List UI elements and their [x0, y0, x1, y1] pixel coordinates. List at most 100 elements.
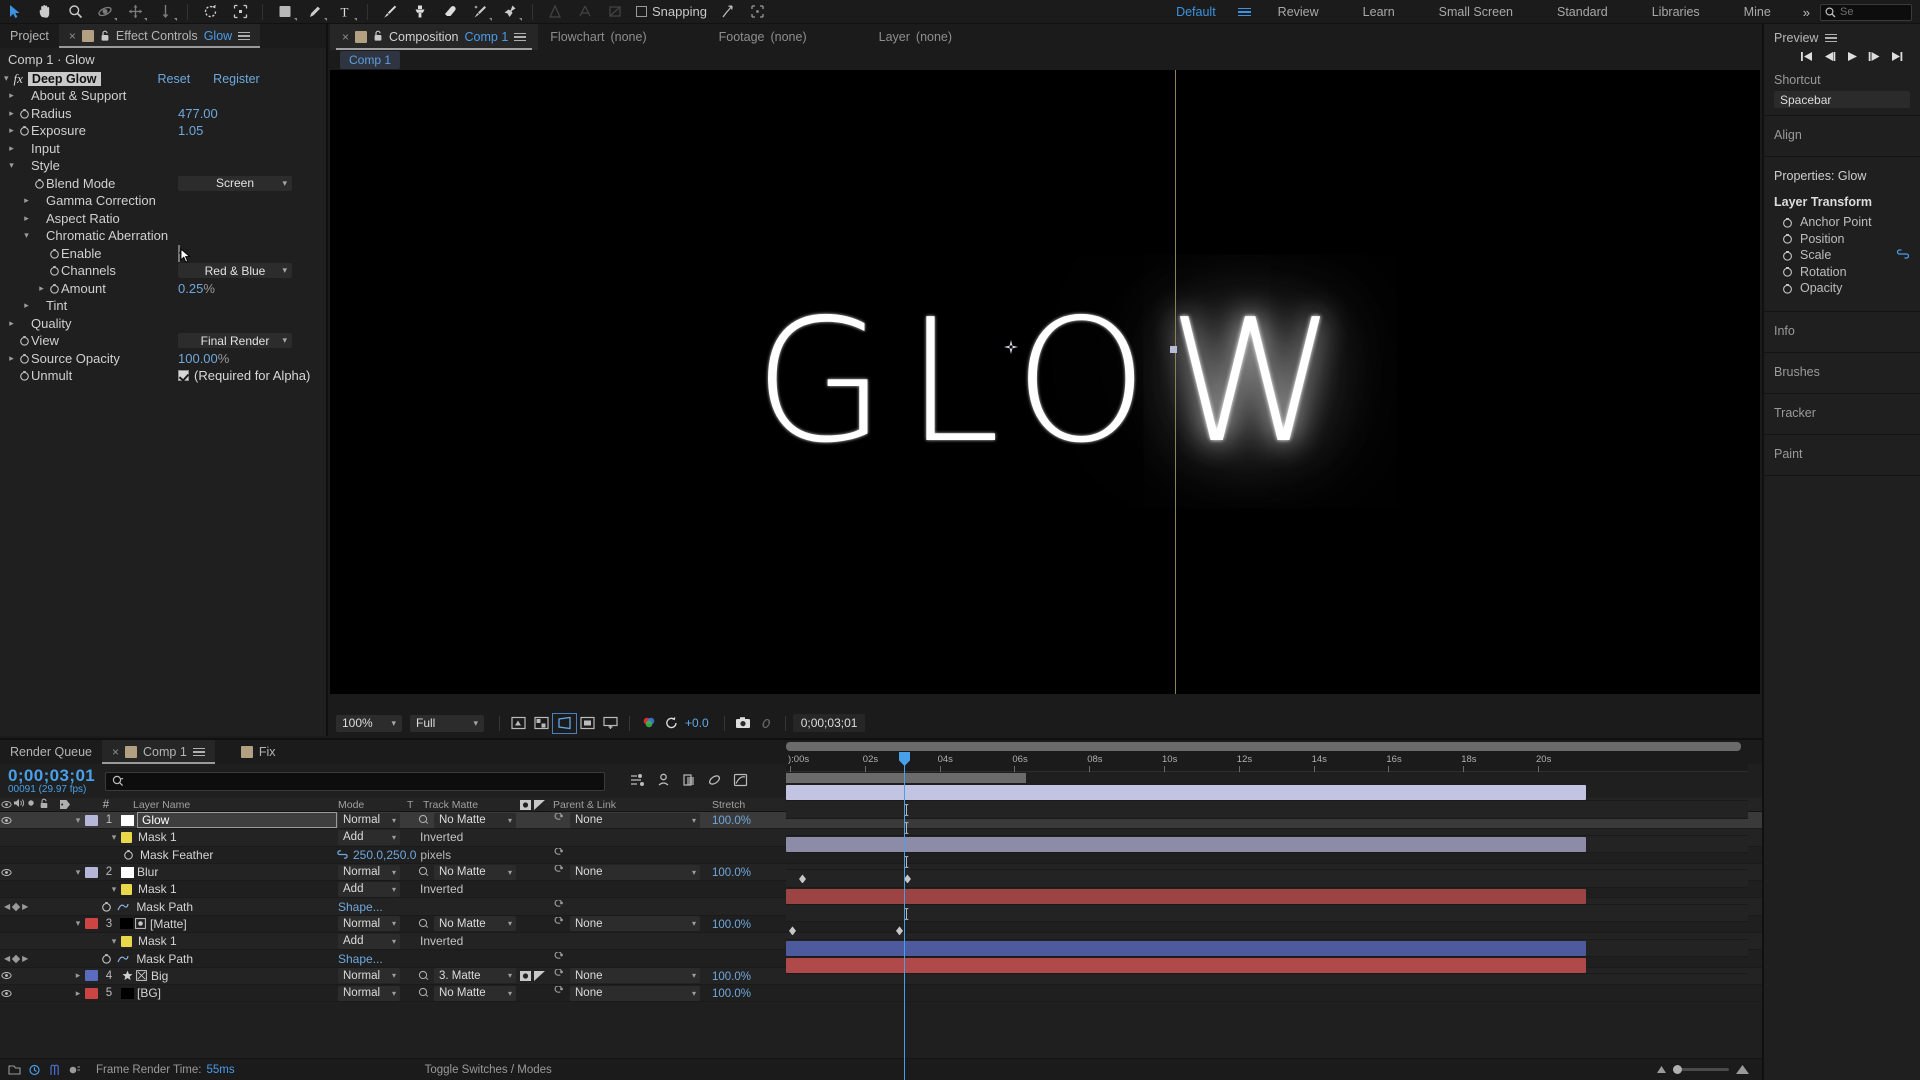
workspace-default[interactable]: Default: [1154, 0, 1238, 24]
keyframe-navigator[interactable]: ◀ ▶: [4, 902, 28, 911]
timeline-track-row[interactable]: [786, 939, 1748, 957]
tab-effect-controls[interactable]: × Effect Controls Glow: [58, 24, 261, 48]
snapping-grid-icon[interactable]: [743, 0, 773, 24]
work-area[interactable]: [786, 773, 1748, 783]
video-switch[interactable]: [0, 816, 13, 825]
disclosure-triangle-icon[interactable]: ▸: [6, 143, 17, 154]
panel-menu-icon[interactable]: [514, 32, 527, 42]
snapping-arrow-icon[interactable]: [713, 0, 743, 24]
disclosure-triangle-icon[interactable]: ▾: [21, 230, 32, 241]
last-frame-icon[interactable]: [1891, 51, 1904, 65]
layer-stretch[interactable]: 100.0%: [712, 919, 751, 931]
disclosure-triangle-icon[interactable]: ▸: [71, 988, 85, 999]
workspace-review[interactable]: Review: [1256, 0, 1341, 24]
property-opacity[interactable]: Opacity: [1774, 280, 1910, 297]
disclosure-triangle-icon[interactable]: ▾: [107, 884, 121, 895]
effect-property-radius[interactable]: ▸ Radius 477.00: [0, 105, 326, 123]
tab-composition[interactable]: × Composition Comp 1: [330, 24, 539, 50]
mask-color-swatch[interactable]: [121, 935, 132, 947]
parent-select[interactable]: None ▾: [570, 916, 700, 932]
selection-tool-icon[interactable]: [0, 0, 30, 24]
timeline-track-row[interactable]: [786, 835, 1748, 854]
track-matte-pickwhip-icon[interactable]: [418, 865, 429, 879]
mask-inverted-label[interactable]: Inverted: [420, 934, 463, 948]
composition-guide[interactable]: [1175, 70, 1176, 694]
graph-editor-icon[interactable]: [733, 773, 748, 790]
close-icon[interactable]: ×: [112, 745, 119, 759]
work-area-bar[interactable]: [786, 773, 1026, 783]
effect-property-exposure[interactable]: ▸ Exposure 1.05: [0, 122, 326, 140]
mask-mode-select[interactable]: Add ▾: [338, 881, 400, 897]
effect-property-source-opacity[interactable]: ▸ Source Opacity 100.00%: [0, 350, 326, 368]
stopwatch-icon[interactable]: [17, 108, 31, 119]
property-value[interactable]: 250.0,250.0: [353, 848, 416, 862]
current-time-display[interactable]: 0;00;03;01 00091 (29.97 fps): [8, 766, 95, 795]
layer-duration-bar[interactable]: [786, 957, 1586, 973]
disclosure-triangle-icon[interactable]: ▸: [21, 195, 32, 206]
tab-fix[interactable]: Fix: [231, 740, 286, 764]
mask-mode-select[interactable]: Add ▾: [338, 933, 400, 949]
tab-footage[interactable]: Footage (none): [707, 24, 819, 50]
parent-pickwhip-icon[interactable]: [553, 985, 565, 1000]
layer-handle[interactable]: [1170, 346, 1177, 353]
keyframe-marker[interactable]: [904, 874, 911, 884]
effect-name[interactable]: Deep Glow: [27, 71, 101, 86]
stopwatch-icon[interactable]: [120, 849, 136, 860]
layer-duration-bar[interactable]: [786, 888, 1586, 904]
layer-label-color[interactable]: [85, 918, 98, 930]
align-panel[interactable]: Align: [1764, 116, 1920, 157]
timeline-track-row[interactable]: [786, 905, 1748, 923]
effect-property-dropdown[interactable]: Screen ▾: [178, 175, 292, 191]
layer-duration-bar[interactable]: [786, 940, 1586, 956]
current-time-indicator[interactable]: [899, 752, 910, 1080]
parent-pickwhip-icon[interactable]: [553, 812, 565, 827]
toggle-mask-shape-visibility-icon[interactable]: [507, 714, 530, 733]
video-switch[interactable]: [0, 989, 13, 998]
anchor-point-icon[interactable]: [1004, 340, 1018, 354]
track-matte-select[interactable]: 3. Matte ▾: [434, 968, 516, 984]
toggle-transparency-grid-icon[interactable]: [530, 714, 553, 733]
layer-label-color[interactable]: [85, 814, 98, 826]
orbit-tool-icon[interactable]: [90, 0, 120, 24]
roto-brush-tool-icon[interactable]: [465, 0, 495, 24]
panel-menu-icon[interactable]: [238, 31, 251, 41]
timeline-navigator[interactable]: [786, 740, 1748, 752]
close-icon[interactable]: ×: [69, 29, 76, 43]
keyframe-marker[interactable]: [799, 874, 806, 884]
layer-mode-select[interactable]: Normal ▾: [338, 985, 400, 1001]
tab-project[interactable]: Project: [0, 24, 59, 48]
effect-property-value[interactable]: 100.00%: [178, 351, 229, 366]
property-position[interactable]: Position: [1774, 231, 1910, 248]
layer-mode-select[interactable]: Normal ▾: [338, 812, 400, 828]
effect-property-value[interactable]: 1.05: [178, 123, 203, 138]
global-search-input[interactable]: Se: [1820, 3, 1912, 21]
disclosure-triangle-icon[interactable]: ▸: [6, 353, 17, 364]
effect-property-aspect-ratio[interactable]: ▸ Aspect Ratio: [0, 210, 326, 228]
composition-breadcrumb-label[interactable]: Comp 1: [340, 51, 401, 69]
keyframe-marker[interactable]: [896, 926, 903, 936]
parent-select[interactable]: None ▾: [570, 812, 700, 828]
tab-render-queue[interactable]: Render Queue: [0, 740, 102, 764]
disclosure-triangle-icon[interactable]: ▸: [6, 318, 17, 329]
track-matte-select[interactable]: No Matte ▾: [434, 864, 516, 880]
dolly-tool-icon[interactable]: [150, 0, 180, 24]
workspace-small-screen[interactable]: Small Screen: [1417, 0, 1535, 24]
stopwatch-icon[interactable]: [1774, 283, 1800, 294]
tracker-panel[interactable]: Tracker: [1764, 394, 1920, 435]
effect-property-chromatic-aberration[interactable]: ▾ Chromatic Aberration: [0, 227, 326, 245]
rotation-tool-icon[interactable]: [195, 0, 225, 24]
stopwatch-icon[interactable]: [47, 265, 61, 276]
register-button[interactable]: Register: [213, 72, 260, 86]
effect-property-value[interactable]: 0.25%: [178, 281, 215, 296]
disclosure-triangle-icon[interactable]: ▸: [6, 108, 17, 119]
effect-property-input[interactable]: ▸ Input: [0, 140, 326, 158]
disclosure-triangle-icon[interactable]: ▸: [6, 90, 17, 101]
reset-button[interactable]: Reset: [158, 72, 191, 86]
parent-pickwhip-icon[interactable]: [553, 916, 565, 931]
track-matte-pickwhip-icon[interactable]: [418, 813, 429, 827]
parent-select[interactable]: None ▾: [570, 968, 700, 984]
disclosure-triangle-icon[interactable]: ▸: [36, 283, 47, 294]
disclosure-triangle-icon[interactable]: ▾: [71, 867, 85, 878]
brushes-panel[interactable]: Brushes: [1764, 353, 1920, 394]
info-panel[interactable]: Info: [1764, 312, 1920, 353]
